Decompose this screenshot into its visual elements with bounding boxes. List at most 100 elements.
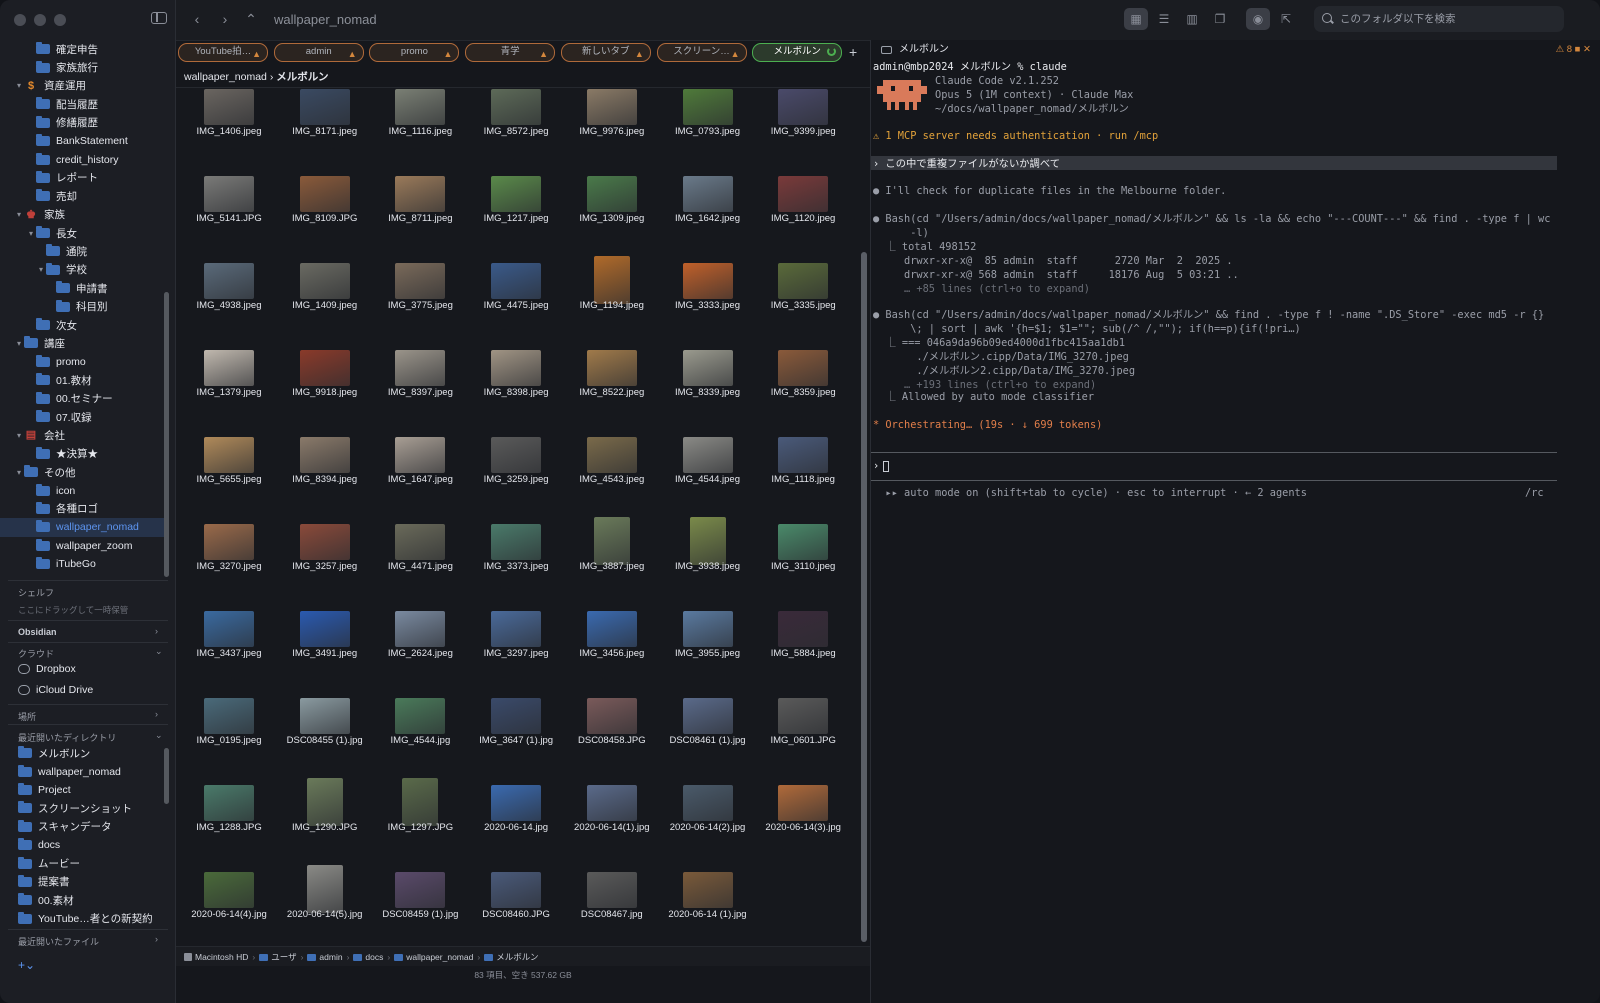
file-item[interactable]: DSC08460.JPG bbox=[468, 863, 564, 946]
file-item[interactable]: IMG_3437.jpeg bbox=[181, 602, 277, 689]
file-item[interactable]: IMG_1120.jpeg bbox=[755, 167, 851, 254]
image-thumbnail[interactable] bbox=[204, 872, 254, 908]
file-item[interactable]: IMG_9976.jpeg bbox=[564, 88, 660, 167]
image-thumbnail[interactable] bbox=[778, 350, 829, 386]
file-item[interactable]: IMG_4543.jpeg bbox=[564, 428, 660, 515]
image-thumbnail[interactable] bbox=[395, 89, 446, 125]
image-thumbnail[interactable] bbox=[306, 865, 343, 913]
sidebar-item[interactable]: 確定申告 bbox=[0, 40, 168, 58]
image-thumbnail[interactable] bbox=[402, 778, 439, 826]
terminal-prompt[interactable]: › bbox=[873, 460, 890, 474]
sidebar-item[interactable]: 各種ロゴ bbox=[0, 500, 168, 518]
image-thumbnail[interactable] bbox=[682, 785, 733, 821]
search-input[interactable]: このフォルダ以下を検索 bbox=[1314, 6, 1564, 32]
sidebar-item[interactable]: 家族旅行 bbox=[0, 58, 168, 76]
path-segment[interactable]: Macintosh HD bbox=[184, 947, 248, 967]
file-item[interactable]: IMG_1642.jpeg bbox=[660, 167, 756, 254]
image-thumbnail[interactable] bbox=[395, 350, 446, 386]
recent-dir-item[interactable]: docs bbox=[0, 836, 168, 854]
image-thumbnail[interactable] bbox=[306, 778, 343, 826]
file-item[interactable]: IMG_4938.jpeg bbox=[181, 254, 277, 341]
image-thumbnail[interactable] bbox=[491, 785, 542, 821]
share-icon[interactable]: ⇱ bbox=[1274, 8, 1298, 30]
sidebar-item[interactable]: 配当履歴 bbox=[0, 95, 168, 113]
image-thumbnail[interactable] bbox=[395, 872, 446, 908]
image-thumbnail[interactable] bbox=[299, 263, 350, 299]
sidebar-item[interactable]: 修繕履歴 bbox=[0, 114, 168, 132]
image-thumbnail[interactable] bbox=[204, 611, 254, 647]
back-button[interactable]: ‹ bbox=[188, 10, 206, 28]
column-view-icon[interactable]: ▥ bbox=[1180, 8, 1204, 30]
file-item[interactable]: IMG_3335.jpeg bbox=[755, 254, 851, 341]
image-thumbnail[interactable] bbox=[204, 176, 254, 212]
image-thumbnail[interactable] bbox=[299, 89, 350, 125]
path-segment[interactable]: admin bbox=[307, 947, 343, 967]
sidebar-item[interactable]: ▾ $ 資産運用 bbox=[0, 77, 168, 95]
image-thumbnail[interactable] bbox=[395, 176, 446, 212]
image-thumbnail[interactable] bbox=[778, 263, 829, 299]
sidebar-toggle-icon[interactable] bbox=[151, 12, 167, 24]
image-thumbnail[interactable] bbox=[586, 89, 637, 125]
recent-dir-item[interactable]: wallpaper_nomad bbox=[0, 762, 168, 780]
tab-6[interactable]: メルボルン bbox=[752, 43, 843, 62]
image-thumbnail[interactable] bbox=[586, 785, 637, 821]
sidebar-item[interactable]: ▾ ▤ 会社 bbox=[0, 426, 168, 444]
cloud-section-title[interactable]: クラウド bbox=[18, 647, 54, 660]
image-thumbnail[interactable] bbox=[682, 698, 733, 734]
gallery-view-icon[interactable]: ❐ bbox=[1208, 8, 1232, 30]
image-thumbnail[interactable] bbox=[204, 785, 254, 821]
file-item[interactable]: IMG_3647 (1).jpg bbox=[468, 689, 564, 776]
recent-dir-item[interactable]: 00.素材 bbox=[0, 891, 168, 909]
sidebar-item[interactable]: ▾ 学校 bbox=[0, 261, 168, 279]
file-item[interactable]: IMG_1116.jpeg bbox=[372, 88, 468, 167]
file-item[interactable]: IMG_3297.jpeg bbox=[468, 602, 564, 689]
image-thumbnail[interactable] bbox=[299, 698, 350, 734]
tab-1[interactable]: admin ▲ bbox=[273, 43, 364, 62]
chevron-down-icon[interactable]: ⌄ bbox=[155, 646, 163, 657]
file-item[interactable]: 2020-06-14(3).jpg bbox=[755, 776, 851, 863]
path-segment[interactable]: ユーザ bbox=[259, 947, 297, 967]
image-thumbnail[interactable] bbox=[682, 89, 733, 125]
sidebar-item[interactable]: ▾ ♚ 家族 bbox=[0, 206, 168, 224]
image-thumbnail[interactable] bbox=[682, 350, 733, 386]
tab-4[interactable]: 新しいタブ ▲ bbox=[560, 43, 651, 62]
image-thumbnail[interactable] bbox=[299, 524, 350, 560]
image-thumbnail[interactable] bbox=[299, 437, 350, 473]
image-thumbnail[interactable] bbox=[491, 176, 542, 212]
image-thumbnail[interactable] bbox=[593, 517, 630, 565]
recent-scrollbar[interactable] bbox=[164, 748, 169, 804]
new-tab-button[interactable]: + bbox=[849, 44, 857, 60]
list-view-icon[interactable]: ☰ bbox=[1152, 8, 1176, 30]
disclosure-arrow-icon[interactable]: ▾ bbox=[14, 210, 24, 219]
sidebar-item[interactable]: wallpaper_nomad bbox=[0, 518, 168, 537]
image-thumbnail[interactable] bbox=[682, 176, 733, 212]
file-item[interactable]: DSC08455 (1).jpg bbox=[277, 689, 373, 776]
file-item[interactable]: IMG_8359.jpeg bbox=[755, 341, 851, 428]
image-thumbnail[interactable] bbox=[204, 263, 254, 299]
recent-dir-item[interactable]: スクリーンショット bbox=[0, 799, 168, 817]
disclosure-arrow-icon[interactable]: ▾ bbox=[14, 339, 24, 348]
tab-3[interactable]: 青学 ▲ bbox=[465, 43, 556, 62]
image-thumbnail[interactable] bbox=[593, 256, 630, 304]
sidebar-item[interactable]: 00.セミナー bbox=[0, 389, 168, 407]
image-thumbnail[interactable] bbox=[586, 350, 637, 386]
sidebar-item[interactable]: iTubeGo bbox=[0, 555, 168, 573]
sidebar-item[interactable]: promo bbox=[0, 353, 168, 371]
image-thumbnail[interactable] bbox=[689, 517, 726, 565]
file-item[interactable]: IMG_1194.jpeg bbox=[564, 254, 660, 341]
image-thumbnail[interactable] bbox=[395, 263, 446, 299]
forward-button[interactable]: › bbox=[216, 10, 234, 28]
file-item[interactable]: IMG_3333.jpeg bbox=[660, 254, 756, 341]
file-item[interactable]: 2020-06-14 (1).jpg bbox=[660, 863, 756, 946]
sidebar-scrollbar[interactable] bbox=[164, 292, 169, 577]
file-item[interactable]: 2020-06-14.jpg bbox=[468, 776, 564, 863]
image-thumbnail[interactable] bbox=[491, 872, 542, 908]
disclosure-arrow-icon[interactable]: ▾ bbox=[14, 431, 24, 440]
image-thumbnail[interactable] bbox=[682, 872, 733, 908]
image-thumbnail[interactable] bbox=[299, 611, 350, 647]
file-item[interactable]: IMG_1288.JPG bbox=[181, 776, 277, 863]
file-item[interactable]: IMG_3373.jpeg bbox=[468, 515, 564, 602]
image-thumbnail[interactable] bbox=[395, 524, 446, 560]
image-thumbnail[interactable] bbox=[204, 89, 254, 125]
recent-dir-item[interactable]: 提案書 bbox=[0, 873, 168, 891]
